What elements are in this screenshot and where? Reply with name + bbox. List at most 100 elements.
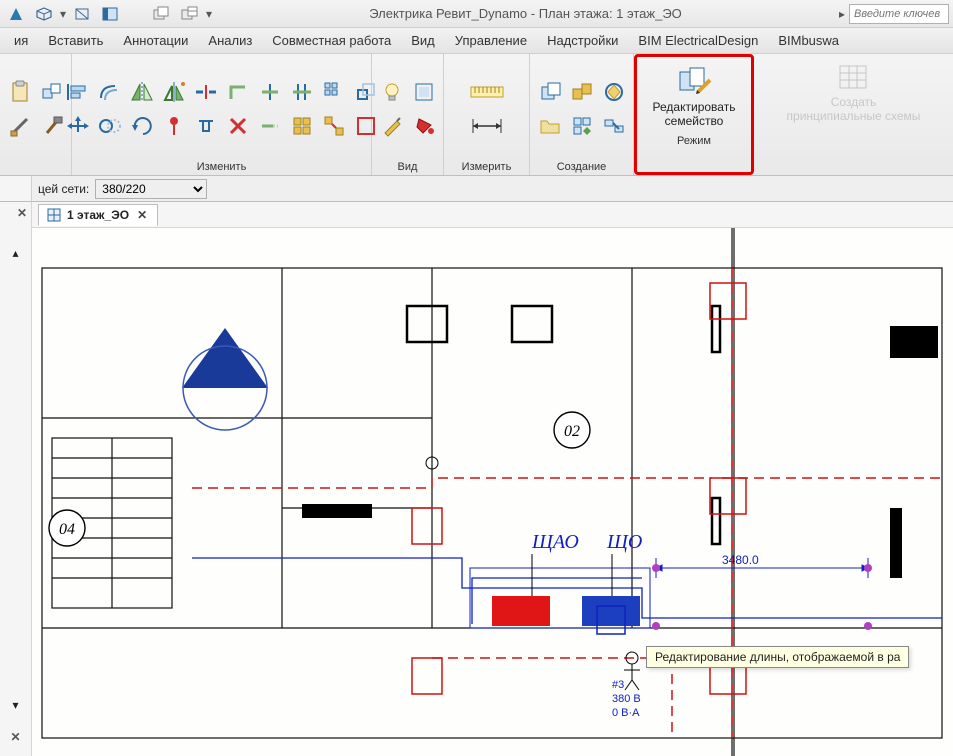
sync-icon — [153, 6, 171, 22]
qat-relinq-button[interactable] — [178, 3, 202, 25]
tab-view[interactable]: Вид — [401, 28, 445, 54]
panel-create: Создание — [530, 54, 634, 175]
svg-text:0 В·А: 0 В·А — [612, 707, 640, 719]
delete-icon — [227, 115, 249, 137]
tab-manage[interactable]: Управление — [445, 28, 537, 54]
split-button[interactable] — [192, 77, 220, 107]
scroll-down-icon[interactable]: ▾ — [12, 698, 18, 712]
mirror-axis-button[interactable] — [128, 77, 156, 107]
ungroup-button[interactable] — [320, 111, 348, 141]
properties-palette-header — [0, 176, 32, 202]
app-menu-button[interactable] — [4, 3, 28, 25]
qat-panel-button[interactable] — [98, 3, 122, 25]
options-label: цей сети: — [38, 182, 89, 196]
svg-text:#3: #3 — [612, 679, 624, 691]
tab-insert[interactable]: Вставить — [38, 28, 113, 54]
window-title: Электрика Ревит_Dynamo - План этажа: 1 э… — [212, 6, 839, 21]
create-assembly-button[interactable] — [600, 77, 628, 107]
tab-collab[interactable]: Совместная работа — [262, 28, 401, 54]
create-schematic-button: Создать принципиальные схемы — [780, 58, 928, 128]
trim-single-button[interactable] — [256, 77, 284, 107]
match-icon — [41, 81, 63, 103]
properties-close-bottom[interactable]: ✕ — [10, 730, 20, 744]
create-assembly-icon — [603, 81, 625, 103]
copy-button[interactable] — [96, 111, 124, 141]
override-icon — [413, 81, 435, 103]
offset-button[interactable] — [96, 77, 124, 107]
edit-family-button[interactable]: Редактировать семейство — [646, 61, 743, 133]
scroll-up-icon[interactable]: ▴ — [12, 246, 18, 260]
tab-analyze[interactable]: Анализ — [198, 28, 262, 54]
view-tab-floorplan[interactable]: 1 этаж_ЭО ✕ — [38, 204, 158, 226]
create-parts-button[interactable] — [536, 111, 564, 141]
create-detail-button[interactable] — [568, 111, 596, 141]
panel-modify: Изменить — [72, 54, 372, 175]
qat-dropdown-icon[interactable]: ▾ — [60, 7, 66, 21]
folder-icon — [539, 115, 561, 137]
override-button[interactable] — [410, 77, 438, 107]
create-system-button[interactable] — [600, 111, 628, 141]
wireframe-icon — [74, 7, 90, 21]
properties-close-top[interactable]: ✕ — [17, 206, 31, 220]
rotate-button[interactable] — [128, 111, 156, 141]
clipboard-icon — [9, 81, 31, 103]
tab-addins[interactable]: Надстройки — [537, 28, 628, 54]
revit-logo-icon — [8, 6, 24, 22]
qat-sync-button[interactable] — [150, 3, 174, 25]
move-button[interactable] — [64, 111, 92, 141]
panel-measure: Измерить — [444, 54, 530, 175]
match-button[interactable] — [38, 77, 66, 107]
move-icon — [65, 114, 91, 138]
create-similar-icon — [539, 81, 561, 103]
schematic-icon — [837, 63, 869, 91]
align-button[interactable] — [64, 77, 92, 107]
hide-button[interactable] — [378, 77, 406, 107]
mirror-draw-button[interactable] — [160, 77, 188, 107]
trim-button[interactable] — [224, 77, 252, 107]
panel-view: Вид — [372, 54, 444, 175]
schematic-label2: принципиальные схемы — [787, 109, 921, 123]
voltage-select[interactable]: 380/220 — [95, 179, 207, 199]
svg-text:3480.0: 3480.0 — [722, 553, 759, 567]
trim-multi-button[interactable] — [288, 77, 316, 107]
pin-button[interactable] — [160, 111, 188, 141]
hammer-icon — [41, 115, 63, 137]
svg-text:380 В: 380 В — [612, 693, 641, 705]
dimension-button[interactable] — [467, 111, 507, 141]
cut-button[interactable] — [6, 111, 34, 141]
panel-measure-label: Измерить — [462, 159, 512, 173]
group-button[interactable] — [288, 111, 316, 141]
qat-wireframe-button[interactable] — [70, 3, 94, 25]
array-button[interactable] — [320, 77, 348, 107]
paint-icon — [381, 115, 403, 137]
drawing-canvas[interactable]: 02 04 — [32, 228, 953, 756]
panel-schematic: Создать принципиальные схемы — [754, 54, 953, 175]
tab-bim-busway[interactable]: BIMbuswa — [768, 28, 849, 54]
ribbon-tabs: ия Вставить Аннотации Анализ Совместная … — [0, 28, 953, 54]
options-bar: цей сети: 380/220 — [32, 176, 953, 202]
panel-clipboard — [0, 54, 72, 175]
tab-annotate[interactable]: Аннотации — [113, 28, 198, 54]
tab-bim-elec[interactable]: BIM ElectricalDesign — [628, 28, 768, 54]
view-tab-close[interactable]: ✕ — [135, 208, 149, 222]
qat-open-button[interactable] — [32, 3, 56, 25]
paste-button[interactable] — [6, 77, 34, 107]
extend-button[interactable] — [256, 111, 284, 141]
unpin-icon — [195, 115, 217, 137]
create-similar-button[interactable] — [536, 77, 564, 107]
edit-family-label2: семейство — [653, 114, 736, 128]
measure-button[interactable] — [467, 77, 507, 107]
delete-button[interactable] — [224, 111, 252, 141]
linestyle-button[interactable] — [378, 111, 406, 141]
tab-arch[interactable]: ия — [4, 28, 38, 54]
edit-family-label1: Редактировать — [653, 100, 736, 114]
search-box[interactable] — [849, 4, 949, 24]
demolish-button[interactable] — [38, 111, 66, 141]
title-expand-icon[interactable]: ▸ — [839, 7, 849, 21]
extend-icon — [259, 115, 281, 137]
search-input[interactable] — [849, 4, 949, 24]
unpin-button[interactable] — [192, 111, 220, 141]
floorplan-icon — [47, 208, 61, 222]
fill-button[interactable] — [410, 111, 438, 141]
create-group-button[interactable] — [568, 77, 596, 107]
